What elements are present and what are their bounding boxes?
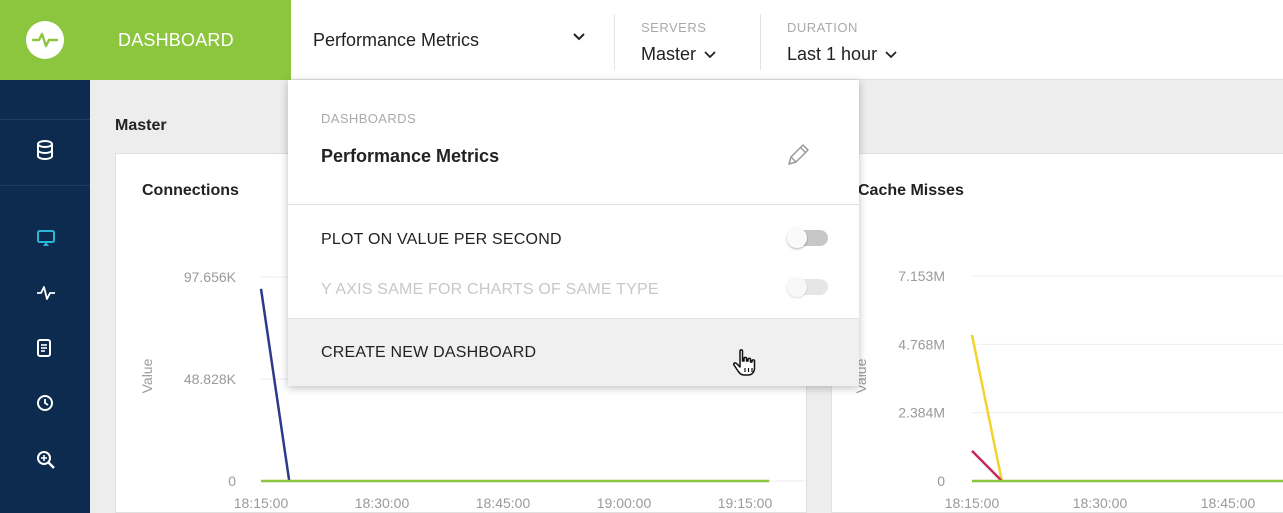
same-y-axis-toggle — [787, 277, 828, 297]
sidebar-item-database[interactable] — [0, 130, 90, 170]
dashboards-section-label: DASHBOARDS — [321, 111, 417, 126]
top-bar: DASHBOARD Performance Metrics SERVERS Ma… — [0, 0, 1283, 80]
zoom-in-icon — [37, 451, 55, 469]
sidebar-item-metrics[interactable] — [0, 273, 90, 313]
logo[interactable] — [0, 0, 90, 80]
y-tick-label: 2.384M — [898, 405, 945, 421]
servers-value: Master — [641, 44, 716, 65]
chevron-down-icon — [573, 33, 585, 41]
pencil-icon[interactable] — [785, 142, 811, 168]
cache-misses-panel: Cache Misses 7.153M 4.768M 2.384M 0 18:15:00… — [831, 153, 1283, 513]
y-tick-label: 4.768M — [898, 336, 945, 352]
toggle-knob — [787, 277, 807, 297]
sidebar-divider — [0, 185, 90, 186]
servers-value-text: Master — [641, 44, 697, 64]
create-new-dashboard-item[interactable]: CREATE NEW DASHBOARD — [288, 319, 859, 386]
series-line — [970, 334, 1004, 482]
server-title: Master — [115, 117, 167, 134]
x-tick-label: 18:45:00 — [1201, 495, 1256, 511]
header-divider — [614, 14, 615, 70]
clock-icon — [37, 395, 53, 411]
x-tick-label: 18:15:00 — [234, 495, 289, 511]
y-tick-label: 0 — [937, 473, 945, 489]
sidebar-item-search[interactable] — [0, 440, 90, 480]
pulse-logo-icon — [26, 21, 64, 59]
toggle-knob — [787, 228, 807, 248]
document-icon — [37, 339, 51, 357]
duration-select[interactable]: DURATION Last 1 hour — [787, 0, 947, 80]
sidebar-item-logs[interactable] — [0, 328, 90, 368]
dashboard-select[interactable]: Performance Metrics — [291, 0, 614, 80]
x-tick-label: 18:15:00 — [945, 495, 1000, 511]
same-y-axis-label: Y AXIS SAME FOR CHARTS OF SAME TYPE — [321, 281, 659, 298]
sidebar-divider — [0, 119, 90, 120]
database-icon — [37, 140, 53, 160]
x-tick-label: 19:00:00 — [597, 495, 652, 511]
dashboard-select-value: Performance Metrics — [313, 29, 480, 50]
current-dashboard[interactable]: Performance Metrics — [321, 146, 499, 167]
sidebar-item-history[interactable] — [0, 383, 90, 423]
monitor-icon — [37, 230, 55, 246]
x-tick-label: 18:30:00 — [355, 495, 410, 511]
duration-value: Last 1 hour — [787, 44, 897, 65]
y-tick-label: 7.153M — [898, 268, 945, 284]
plot-per-second-toggle[interactable] — [787, 228, 828, 248]
y-tick-label: 0 — [228, 473, 236, 489]
servers-label: SERVERS — [641, 20, 707, 35]
y-axis-label: Value — [139, 358, 155, 393]
sidebar — [0, 80, 90, 513]
cache-misses-chart: 7.153M 4.768M 2.384M 018:15:00 18:30:00 18:45… — [853, 268, 1283, 511]
header-divider — [760, 14, 761, 70]
plot-per-second-label: PLOT ON VALUE PER SECOND — [321, 231, 562, 248]
y-tick-label: 97.656K — [184, 269, 237, 285]
duration-label: DURATION — [787, 20, 858, 35]
dashboard-dropdown: DASHBOARDS Performance Metrics PLOT ON V… — [288, 80, 859, 386]
duration-value-text: Last 1 hour — [787, 44, 878, 64]
create-new-dashboard-label: CREATE NEW DASHBOARD — [321, 344, 537, 361]
sidebar-item-dashboard[interactable] — [0, 218, 90, 258]
x-tick-label: 18:30:00 — [1073, 495, 1128, 511]
x-tick-label: 18:45:00 — [476, 495, 531, 511]
pulse-icon — [37, 286, 55, 300]
servers-select[interactable]: SERVERS Master — [641, 0, 751, 80]
dashboard-tab[interactable]: DASHBOARD — [90, 0, 291, 80]
x-tick-label: 19:15:00 — [718, 495, 773, 511]
series-line — [259, 288, 291, 482]
dropdown-divider — [288, 204, 859, 205]
chevron-down-icon — [704, 50, 716, 58]
chevron-down-icon — [885, 50, 897, 58]
hand-cursor-icon — [733, 349, 756, 376]
y-tick-label: 48.828K — [184, 371, 237, 387]
